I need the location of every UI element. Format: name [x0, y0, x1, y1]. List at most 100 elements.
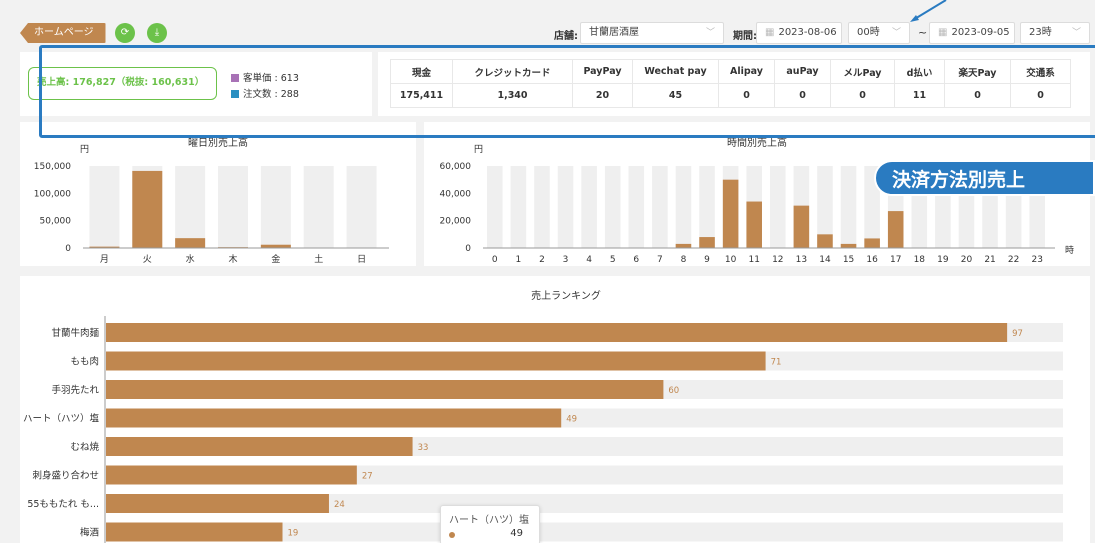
store-select[interactable]: 甘蘭居酒屋 ﹀: [580, 22, 724, 44]
x-tick-label: 火: [143, 254, 152, 265]
category-label: ハート（ハツ）塩: [23, 413, 100, 425]
bar-background: [534, 166, 550, 248]
y-tick-label: 60,000: [440, 162, 472, 172]
bar: [722, 179, 739, 248]
callout-pointer-line: [910, 0, 947, 22]
download-button[interactable]: ⤓: [147, 23, 167, 43]
x-tick-label: 9: [704, 255, 710, 265]
bar: [699, 237, 715, 248]
x-tick-label: 7: [657, 255, 663, 265]
data-label: 27: [362, 472, 373, 482]
tooltip-dot: [449, 532, 455, 538]
y-axis-unit: 円: [80, 144, 89, 155]
ranking-chart: 売上ランキング 97 甘蘭牛肉麺 71 もも肉 60 手羽先たれ 49 ハート（ハツ）塩 33 むね…: [23, 289, 1063, 543]
x-tick-label: 22: [1008, 255, 1019, 265]
y-tick-label: 150,000: [34, 162, 71, 172]
x-tick-label: 木: [228, 253, 237, 265]
category-label: 梅酒: [80, 527, 100, 539]
x-tick-label: 13: [796, 255, 807, 265]
store-value: 甘蘭居酒屋: [589, 27, 639, 38]
bar: [106, 494, 329, 513]
x-tick-label: 23: [1031, 255, 1042, 265]
x-tick-label: 1: [516, 255, 522, 265]
end-date-value: 2023-09-05: [951, 27, 1010, 38]
x-tick-label: 土: [314, 253, 323, 265]
x-axis-unit: 時: [1065, 245, 1074, 256]
bar: [817, 234, 833, 248]
bar: [106, 522, 283, 542]
y-tick-label: 20,000: [440, 217, 472, 227]
x-tick-label: 日: [357, 254, 366, 265]
start-hour-value: 00時: [857, 27, 880, 38]
bar: [175, 238, 206, 248]
bar-background: [487, 166, 503, 248]
category-label: 刺身盛り合わせ: [32, 470, 99, 482]
refresh-button[interactable]: ⟳: [115, 23, 135, 43]
bar-background: [89, 166, 120, 248]
calendar-icon: ▦: [765, 27, 775, 38]
bar: [106, 465, 357, 485]
bar-background: [218, 166, 248, 248]
x-tick-label: 4: [586, 255, 592, 265]
calendar-icon: ▦: [938, 27, 948, 38]
refresh-icon: ⟳: [120, 27, 130, 38]
bar: [887, 211, 904, 248]
bar: [746, 201, 762, 248]
chevron-down-icon: ﹀: [1071, 28, 1081, 38]
bar: [840, 243, 857, 248]
bar-background: [604, 166, 621, 248]
bar-background: [699, 166, 715, 248]
bar: [793, 205, 810, 248]
category-label: むね焼: [70, 441, 99, 453]
x-tick-label: 5: [610, 255, 616, 265]
bar-background: [840, 166, 857, 248]
x-tick-label: 20: [961, 255, 973, 265]
end-hour-value: 23時: [1029, 27, 1052, 38]
bar: [106, 323, 1008, 342]
x-tick-label: 金: [271, 253, 280, 265]
tooltip-value: 49: [510, 528, 523, 539]
bar: [675, 243, 692, 248]
data-label: 71: [771, 358, 782, 368]
start-date-value: 2023-08-06: [778, 27, 837, 38]
data-label: 24: [334, 500, 345, 510]
bar-background: [581, 166, 597, 248]
bar-background: [652, 166, 668, 248]
x-tick-label: 3: [563, 255, 569, 265]
start-hour-select[interactable]: 00時 ﹀: [848, 22, 910, 44]
data-label: 19: [288, 529, 299, 539]
bar-background: [260, 166, 291, 248]
bar-background: [303, 166, 334, 248]
category-label: 手羽先たれ: [51, 384, 99, 396]
payment-highlight-frame: [39, 45, 1095, 138]
store-label: 店舗:: [554, 31, 578, 42]
download-icon: ⤓: [154, 27, 160, 38]
x-tick-label: 6: [633, 255, 639, 265]
payment-callout-label: 決済方法別売上: [874, 160, 1095, 196]
category-label: 甘蘭牛肉麺: [51, 327, 99, 339]
bar: [106, 351, 766, 371]
end-hour-select[interactable]: 23時 ﹀: [1020, 22, 1090, 44]
y-tick-label: 40,000: [440, 189, 472, 199]
x-tick-label: 15: [843, 255, 854, 265]
bar: [106, 380, 664, 399]
bar-background: [770, 166, 786, 248]
y-tick-label: 50,000: [40, 217, 72, 227]
y-tick-label: 0: [65, 244, 71, 254]
chart-tooltip: ハート（ハツ）塩 49: [440, 505, 540, 543]
y-tick-label: 100,000: [34, 189, 71, 199]
tooltip-item-name: ハート（ハツ）塩: [449, 515, 529, 526]
end-date-input[interactable]: ▦ 2023-09-05: [929, 22, 1015, 44]
start-date-input[interactable]: ▦ 2023-08-06: [756, 22, 842, 44]
x-tick-label: 17: [890, 255, 901, 265]
category-label: もも肉: [70, 356, 99, 368]
category-label: 55ももたれ も...: [27, 499, 99, 510]
home-button[interactable]: ホームページ: [20, 23, 106, 43]
bar-background: [510, 166, 527, 248]
bar-background: [175, 166, 206, 248]
x-tick-label: 2: [539, 255, 545, 265]
x-tick-label: 21: [984, 255, 995, 265]
x-tick-label: 10: [725, 255, 737, 265]
bar-background: [628, 166, 645, 248]
bar: [106, 437, 413, 456]
